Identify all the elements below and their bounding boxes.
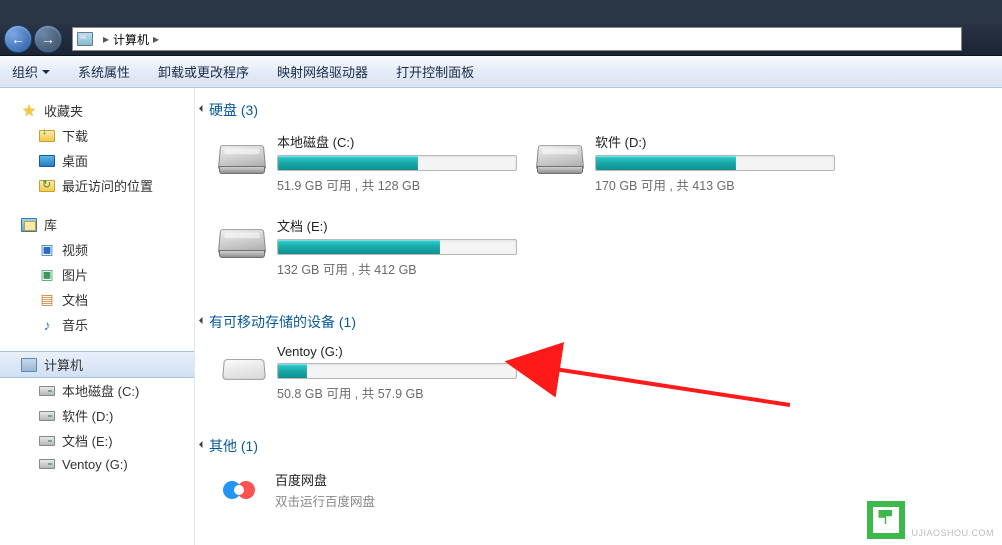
- sidebar-documents[interactable]: ▤文档: [0, 287, 194, 312]
- usb-drive-icon: [217, 344, 269, 386]
- computer-icon: [77, 32, 93, 46]
- toolbar-mapdrive[interactable]: 映射网络驱动器: [277, 62, 368, 81]
- documents-icon: ▤: [38, 292, 56, 308]
- video-icon: ▣: [38, 242, 56, 258]
- drive-g-ventoy[interactable]: Ventoy (G:) 50.8 GB 可用 , 共 57.9 GB: [215, 342, 525, 404]
- sidebar-desktop[interactable]: 桌面: [0, 148, 194, 173]
- sidebar-pictures[interactable]: ▣图片: [0, 262, 194, 287]
- sidebar-drive-c[interactable]: 本地磁盘 (C:): [0, 378, 194, 403]
- drive-d[interactable]: 软件 (D:) 170 GB 可用 , 共 413 GB: [533, 130, 843, 196]
- chevron-down-icon: [42, 70, 50, 74]
- toolbar-properties[interactable]: 系统属性: [78, 62, 130, 81]
- arrow-left-icon: ←: [11, 31, 25, 47]
- drive-icon: [38, 433, 56, 449]
- sidebar-computer[interactable]: 计算机: [0, 351, 194, 378]
- sidebar-videos[interactable]: ▣视频: [0, 237, 194, 262]
- arrow-right-icon: →: [41, 31, 55, 47]
- baidu-netdisk-icon: [215, 466, 263, 514]
- drive-capacity-bar: [277, 155, 517, 171]
- drive-status: 170 GB 可用 , 共 413 GB: [595, 175, 841, 194]
- toolbar-organize[interactable]: 组织: [12, 62, 50, 81]
- forward-button[interactable]: →: [34, 25, 62, 53]
- drive-name: 文档 (E:): [277, 216, 523, 235]
- hdd-icon: [217, 132, 269, 174]
- drive-icon: [38, 456, 56, 472]
- drive-c[interactable]: 本地磁盘 (C:) 51.9 GB 可用 , 共 128 GB: [215, 130, 525, 196]
- toolbar-controlpanel[interactable]: 打开控制面板: [396, 62, 474, 81]
- group-removable[interactable]: 有可移动存储的设备 (1): [203, 312, 994, 332]
- navbar: ← → ▸ 计算机 ▸: [0, 23, 1002, 56]
- sidebar-drive-d[interactable]: 软件 (D:): [0, 403, 194, 428]
- watermark-brand: U教授: [911, 506, 963, 526]
- drive-name: 本地磁盘 (C:): [277, 132, 523, 151]
- drive-e[interactable]: 文档 (E:) 132 GB 可用 , 共 412 GB: [215, 214, 525, 280]
- drive-status: 50.8 GB 可用 , 共 57.9 GB: [277, 383, 523, 402]
- downloads-icon: ↓: [38, 128, 56, 144]
- watermark-url: UJIAOSHOU.COM: [911, 528, 994, 538]
- sidebar: ★收藏夹 ↓下载 桌面 最近访问的位置 库 ▣视频 ▣图片 ▤文档 ♪音乐 计算…: [0, 88, 195, 545]
- sidebar-downloads[interactable]: ↓下载: [0, 123, 194, 148]
- drive-capacity-bar: [595, 155, 835, 171]
- sidebar-libraries[interactable]: 库: [0, 212, 194, 237]
- drive-name: 软件 (D:): [595, 132, 841, 151]
- drive-icon: [38, 383, 56, 399]
- titlebar: [0, 0, 1002, 23]
- other-name: 百度网盘: [275, 470, 375, 489]
- group-other[interactable]: 其他 (1): [203, 436, 994, 456]
- group-hdd[interactable]: 硬盘 (3): [203, 100, 994, 120]
- drive-capacity-bar: [277, 239, 517, 255]
- drive-capacity-bar: [277, 363, 517, 379]
- other-desc: 双击运行百度网盘: [275, 491, 375, 510]
- drive-status: 51.9 GB 可用 , 共 128 GB: [277, 175, 523, 194]
- back-button[interactable]: ←: [4, 25, 32, 53]
- toolbar: 组织 系统属性 卸载或更改程序 映射网络驱动器 打开控制面板: [0, 56, 1002, 88]
- main-content: 硬盘 (3) 本地磁盘 (C:) 51.9 GB 可用 , 共 128 GB 软…: [195, 88, 1002, 545]
- pictures-icon: ▣: [38, 267, 56, 283]
- music-icon: ♪: [38, 317, 56, 333]
- drive-status: 132 GB 可用 , 共 412 GB: [277, 259, 523, 278]
- sidebar-favorites[interactable]: ★收藏夹: [0, 98, 194, 123]
- hdd-icon: [217, 216, 269, 258]
- computer-icon: [20, 357, 38, 373]
- sidebar-music[interactable]: ♪音乐: [0, 312, 194, 337]
- drive-icon: [38, 408, 56, 424]
- sidebar-drive-e[interactable]: 文档 (E:): [0, 428, 194, 453]
- watermark-badge-icon: [867, 501, 905, 539]
- address-bar[interactable]: ▸ 计算机 ▸: [72, 27, 962, 51]
- recent-icon: [38, 178, 56, 194]
- drive-name: Ventoy (G:): [277, 344, 523, 359]
- library-icon: [20, 217, 38, 233]
- breadcrumb-sep-icon: ▸: [103, 32, 109, 46]
- desktop-icon: [38, 153, 56, 169]
- breadcrumb-location[interactable]: 计算机: [113, 31, 149, 48]
- watermark: U教授 UJIAOSHOU.COM: [867, 501, 994, 539]
- sidebar-recent[interactable]: 最近访问的位置: [0, 173, 194, 198]
- sidebar-drive-g[interactable]: Ventoy (G:): [0, 453, 194, 475]
- toolbar-uninstall[interactable]: 卸载或更改程序: [158, 62, 249, 81]
- hdd-icon: [535, 132, 587, 174]
- breadcrumb-sep-icon: ▸: [153, 32, 159, 46]
- star-icon: ★: [20, 103, 38, 119]
